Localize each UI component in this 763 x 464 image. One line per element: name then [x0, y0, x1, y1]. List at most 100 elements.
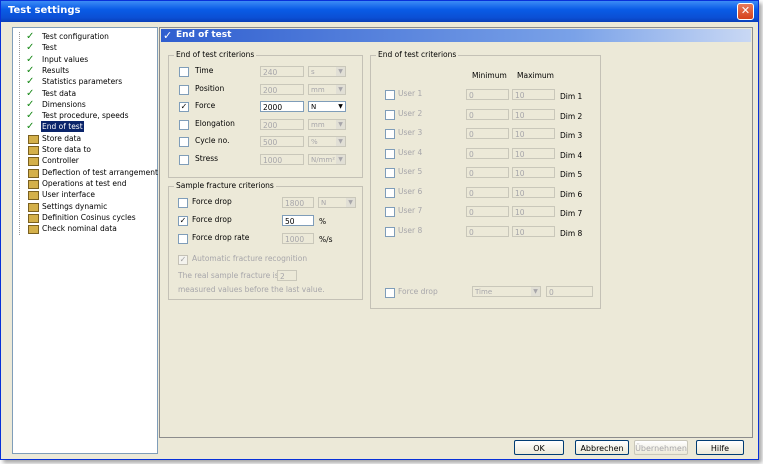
apply-button[interactable]: Übernehmen [634, 440, 688, 455]
user-max-input[interactable]: 10 [512, 147, 555, 159]
check-icon: ✓ [26, 76, 35, 88]
user-max-input[interactable]: 10 [512, 89, 555, 100]
criterion-unit-select[interactable]: % ▼ [308, 136, 346, 147]
user-min-input[interactable]: 0 [466, 147, 509, 159]
criterion-value-input[interactable]: 240 [260, 66, 304, 77]
criterion-value-input[interactable]: 200 [260, 118, 304, 130]
tree-item-label: Deflection of test arrangement [42, 167, 158, 177]
check-icon: ✓ [26, 42, 35, 54]
tree-item[interactable]: ✓ Test configuration [13, 31, 155, 42]
user-max-input[interactable]: 10 [512, 108, 555, 120]
criterion-checkbox[interactable] [179, 84, 189, 95]
tree-item-label: Check nominal data [42, 224, 117, 234]
criterion-checkbox[interactable] [179, 154, 189, 165]
user-checkbox[interactable] [385, 148, 395, 159]
tree-item[interactable]: Deflection of test arrangement [13, 167, 158, 178]
column-minimum: Minimum [472, 71, 507, 80]
criterion-unit: N [311, 103, 317, 111]
help-button[interactable]: Hilfe [696, 440, 744, 455]
force-drop-value-input[interactable]: 0 [546, 286, 593, 297]
user-criterions-group: End of test criterions Minimum Maximum U… [370, 50, 601, 309]
fracture-checkbox[interactable]: ✓ [178, 216, 188, 226]
fracture-checkbox[interactable] [178, 234, 188, 244]
criterion-unit-select[interactable]: mm ▼ [308, 118, 346, 130]
force-drop-mode-select[interactable]: Time ▼ [472, 286, 541, 297]
tree-item[interactable]: ✓ Input values [13, 54, 155, 65]
user-min-input[interactable]: 0 [466, 128, 509, 139]
criterion-value-input[interactable]: 2000 [260, 101, 304, 112]
force-drop-checkbox[interactable] [385, 288, 395, 298]
criterion-checkbox[interactable]: ✓ [179, 102, 189, 112]
criterion-value-input[interactable]: 1000 [260, 153, 304, 165]
real-fracture-input[interactable]: 2 [277, 270, 297, 281]
tree-item-label: Settings dynamic [42, 201, 108, 211]
tree-item[interactable]: ✓ Test [13, 42, 155, 53]
criterion-checkbox[interactable] [179, 67, 189, 77]
tree-item[interactable]: ✓ Test procedure, speeds [13, 110, 155, 121]
tree-item[interactable]: ✓ Dimensions [13, 99, 155, 110]
tree-item[interactable]: Store data to [13, 144, 155, 155]
user-checkbox[interactable] [385, 129, 395, 139]
criterion-unit-select[interactable]: mm ▼ [308, 83, 346, 95]
cancel-button[interactable]: Abbrechen [575, 440, 629, 455]
user-min-input[interactable]: 0 [466, 225, 509, 237]
criterion-unit-select[interactable]: s ▼ [308, 66, 346, 77]
tree-item[interactable]: Operations at test end [13, 178, 155, 189]
user-label: User 1 [398, 89, 423, 98]
user-min-input[interactable]: 0 [466, 186, 509, 198]
tree-item[interactable]: ✓ Test data [13, 88, 155, 99]
user-label: User 8 [398, 225, 423, 235]
tree-item[interactable]: Check nominal data [13, 223, 155, 235]
user-checkbox[interactable] [385, 207, 395, 217]
fracture-unit-select[interactable]: N ▼ [318, 197, 356, 208]
user-checkbox[interactable] [385, 226, 395, 237]
auto-fracture-checkbox[interactable]: ✓ [178, 255, 188, 265]
fracture-value-input[interactable]: 50 [282, 215, 314, 226]
user-min-input[interactable]: 0 [466, 167, 509, 178]
user-max-input[interactable]: 10 [512, 167, 555, 178]
fracture-value-input[interactable]: 1000 [282, 233, 314, 244]
criterion-checkbox[interactable] [179, 137, 189, 147]
criterion-checkbox[interactable] [179, 119, 189, 130]
user-checkbox[interactable] [385, 187, 395, 198]
fracture-checkbox[interactable] [178, 198, 188, 208]
tree-item[interactable]: User interface [13, 189, 155, 201]
user-label: User 6 [398, 186, 423, 196]
tree-item[interactable]: Settings dynamic [13, 201, 155, 212]
user-max-input[interactable]: 10 [512, 128, 555, 139]
user-max-input[interactable]: 10 [512, 225, 555, 237]
fracture-value-input[interactable]: 1800 [282, 197, 314, 208]
tree-item[interactable]: Controller [13, 155, 155, 167]
close-button[interactable]: ✕ [737, 3, 754, 20]
check-icon: ✓ [26, 110, 35, 122]
test-settings-window: Test settings ✕ ✓ Test configuration ✓ Test… [0, 0, 759, 460]
user-min-input[interactable]: 0 [466, 108, 509, 120]
user-dim-label: Dim 6 [560, 189, 583, 199]
tree-item[interactable]: ✓ End of test [13, 121, 155, 133]
tree-item[interactable]: Store data [13, 133, 155, 144]
tree-item[interactable]: ✓ Results [13, 65, 155, 76]
tree-item-label: Test procedure, speeds [42, 111, 129, 121]
criterion-unit-select[interactable]: N ▼ [308, 101, 346, 112]
tree-item-label: User interface [42, 190, 95, 200]
fracture-label: Force drop rate [192, 233, 250, 242]
user-dim-label: Dim 8 [560, 228, 583, 238]
user-checkbox[interactable] [385, 168, 395, 178]
criterion-unit-select[interactable]: N/mm² ▼ [308, 153, 346, 165]
user-max-input[interactable]: 10 [512, 186, 555, 198]
user-checkbox[interactable] [385, 90, 395, 100]
user-label: User 3 [398, 128, 423, 137]
tree-item-label: End of test [41, 121, 84, 133]
user-min-input[interactable]: 0 [466, 89, 509, 100]
tree-item[interactable]: Definition Cosinus cycles [13, 212, 155, 223]
end-of-test-criterions-group: End of test criterions Time 240 s ▼ Position… [168, 50, 363, 178]
end-of-test-panel: ✓ End of test End of test criterions Tim… [159, 27, 753, 438]
tree-item[interactable]: ✓ Statistics parameters [13, 76, 155, 87]
criterion-value-input[interactable]: 500 [260, 136, 304, 147]
criterion-value-input[interactable]: 200 [260, 83, 304, 95]
ok-button[interactable]: OK [514, 440, 564, 455]
user-checkbox[interactable] [385, 109, 395, 120]
user-max-input[interactable]: 10 [512, 206, 555, 217]
user-min-input[interactable]: 0 [466, 206, 509, 217]
page-icon [28, 179, 39, 189]
